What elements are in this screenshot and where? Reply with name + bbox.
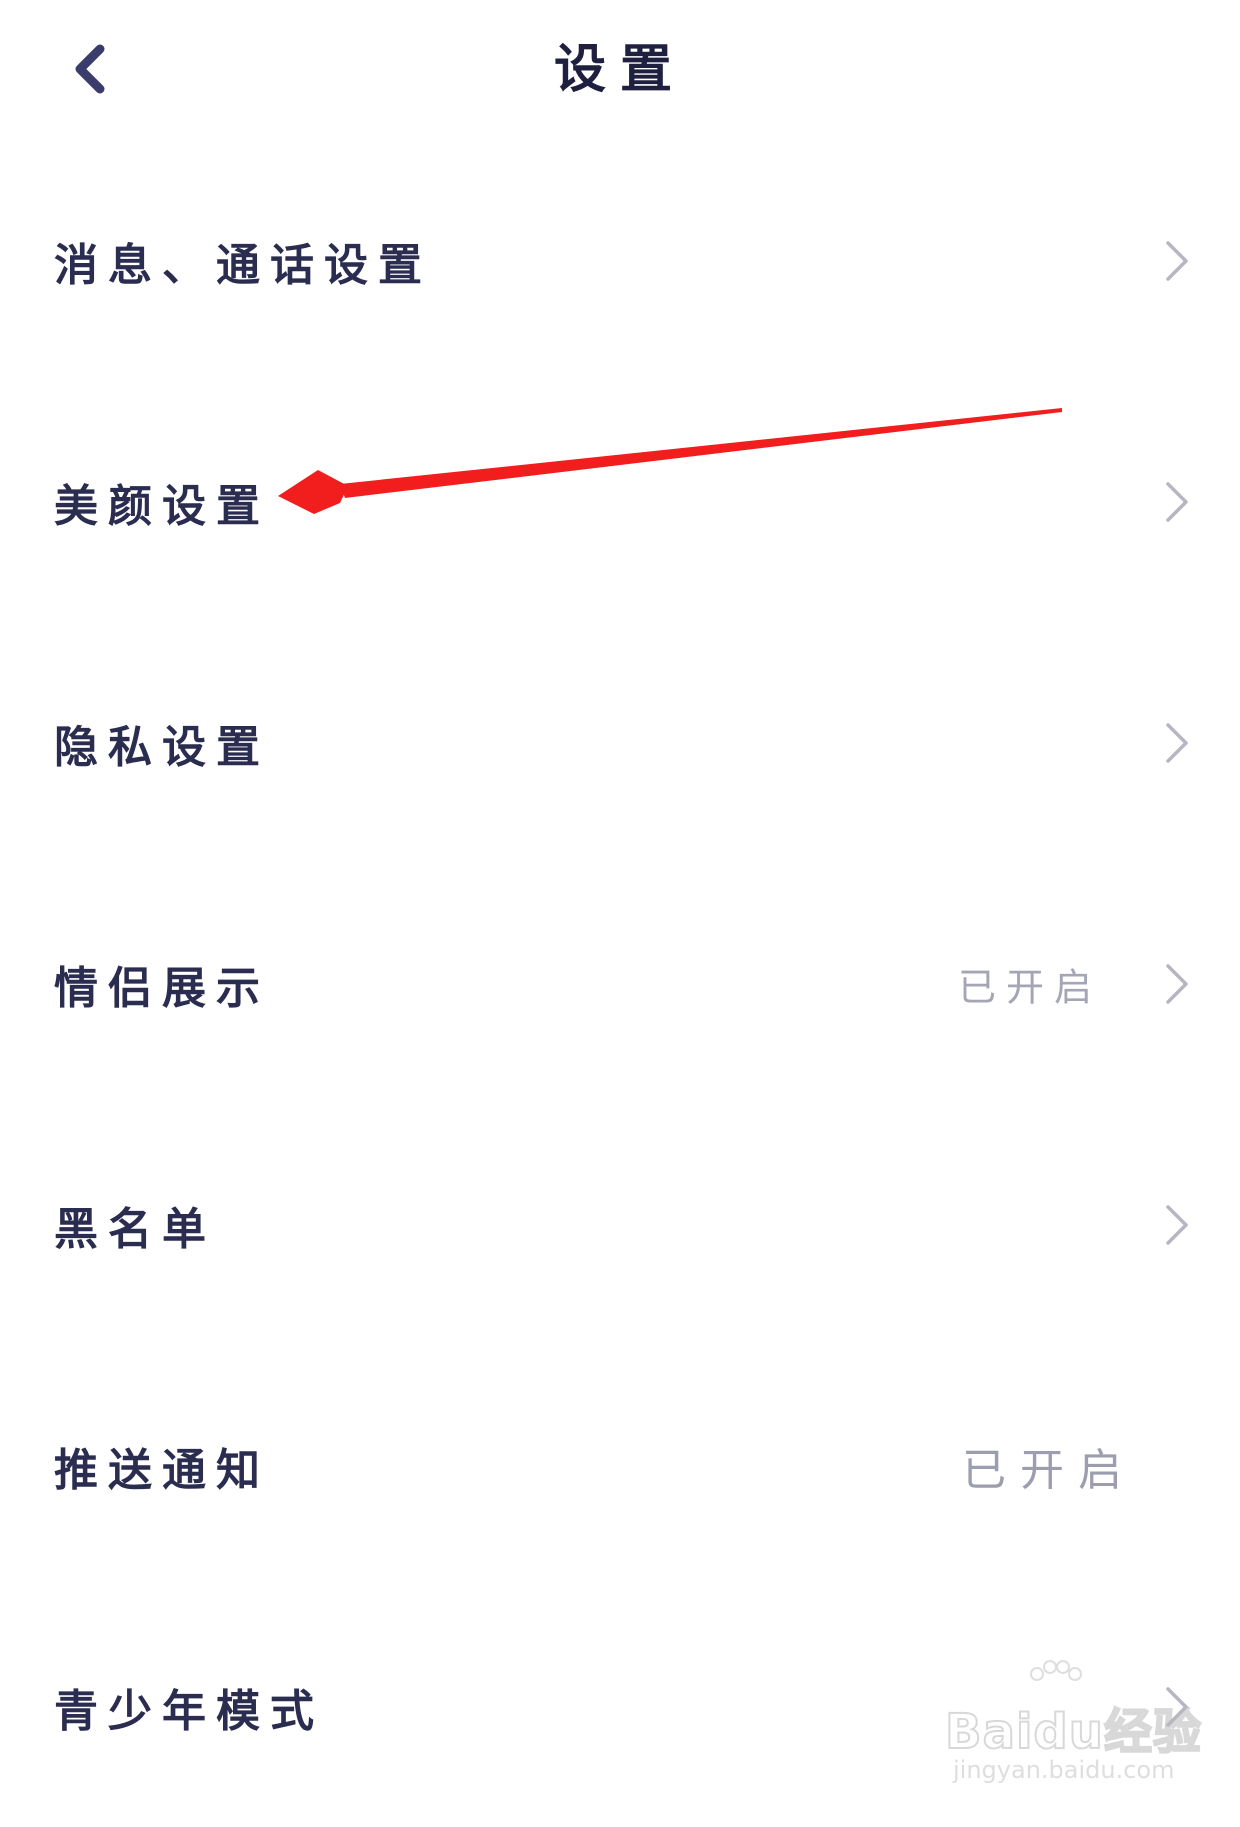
baidu-watermark: Baidu经验 jingyan.baidu.com	[944, 1660, 1202, 1790]
watermark-url: jingyan.baidu.com	[953, 1756, 1175, 1784]
settings-row-label: 隐私设置	[54, 721, 270, 773]
settings-row-message-call[interactable]: 消息、通话设置	[0, 140, 1240, 381]
header-bar: 设置	[0, 0, 1240, 140]
settings-row-label: 推送通知	[54, 1444, 270, 1496]
settings-row-privacy[interactable]: 隐私设置	[0, 622, 1240, 863]
settings-row-label: 美颜设置	[54, 480, 270, 532]
chevron-right-icon	[1166, 1204, 1188, 1245]
status-text: 已开启	[957, 965, 1102, 1009]
settings-list: 消息、通话设置 美颜设置 隐私设置 情侣展示 已开启 黑名单 推送通知 已开启 …	[0, 140, 1240, 1827]
settings-row-couple-display[interactable]: 情侣展示 已开启	[0, 863, 1240, 1104]
settings-row-label: 青少年模式	[54, 1685, 324, 1737]
settings-row-label: 黑名单	[54, 1203, 216, 1255]
chevron-right-icon	[1166, 240, 1188, 281]
page-title: 设置	[553, 39, 686, 100]
status-text: 已开启	[962, 1444, 1136, 1496]
settings-row-label: 情侣展示	[54, 962, 270, 1014]
chevron-right-icon	[1166, 481, 1188, 522]
settings-row-blacklist[interactable]: 黑名单	[0, 1104, 1240, 1345]
chevron-right-icon	[1166, 722, 1188, 763]
watermark-brand: Baidu经验	[944, 1703, 1202, 1761]
chevron-right-icon	[1166, 963, 1188, 1004]
settings-row-beauty[interactable]: 美颜设置	[0, 381, 1240, 622]
settings-row-label: 消息、通话设置	[54, 239, 432, 291]
settings-row-push-notification[interactable]: 推送通知 已开启	[0, 1345, 1240, 1586]
